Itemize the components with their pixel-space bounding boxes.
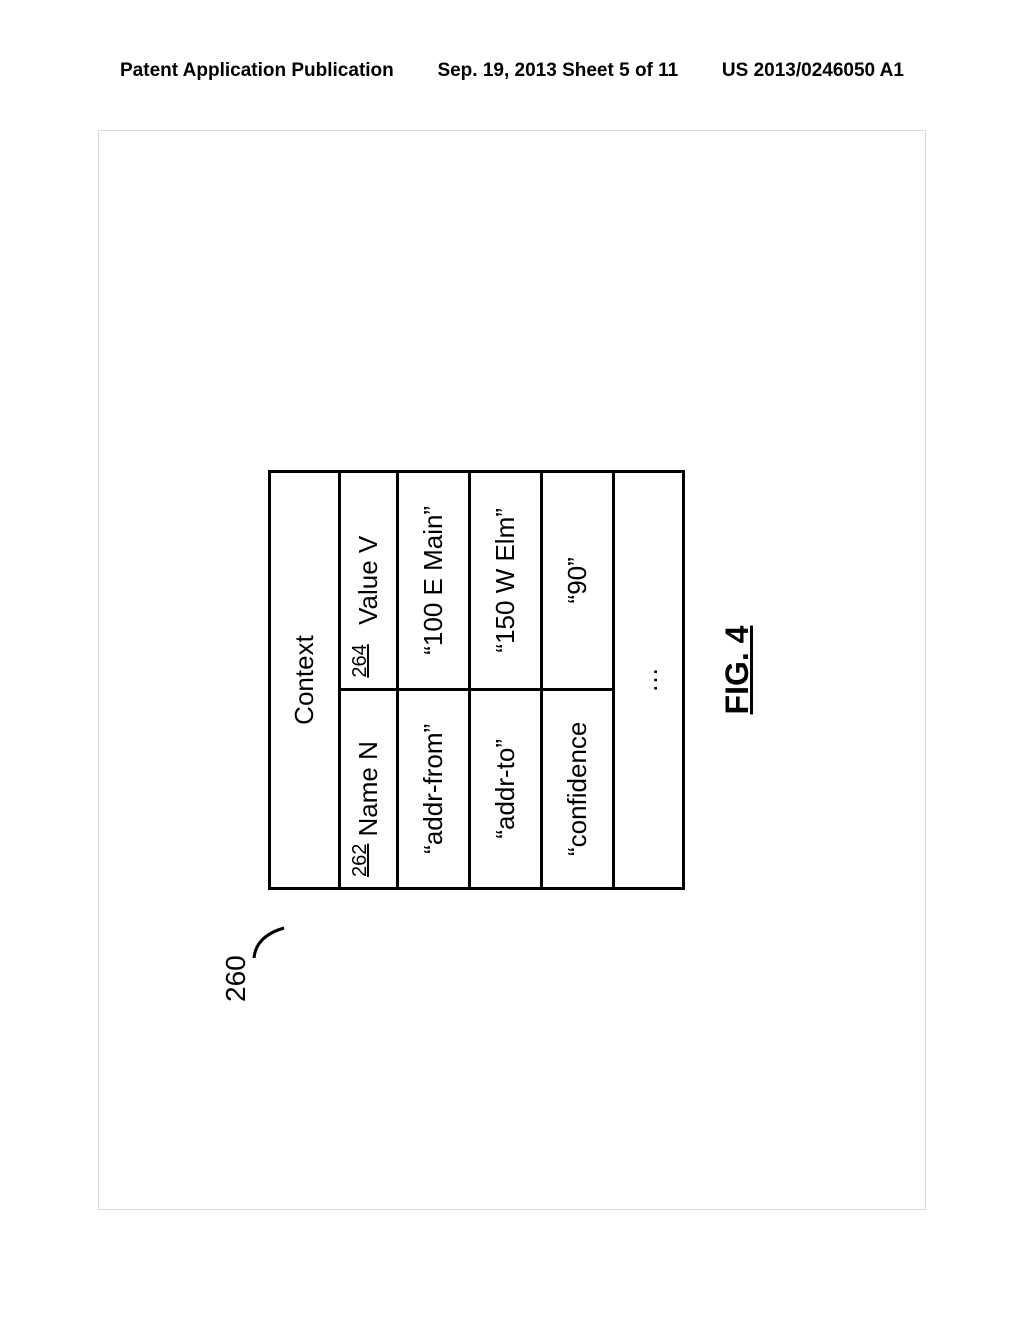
reference-numeral-264: 264 <box>349 644 372 677</box>
header-left: Patent Application Publication <box>120 60 394 82</box>
cell-name: “addr-to” <box>470 689 542 888</box>
figure-label: FIG. 4 <box>719 390 756 950</box>
cell-value: “100 E Main” <box>398 472 470 690</box>
context-diagram: 260 Context 262 Name N <box>268 390 756 950</box>
cell-value: “150 W Elm” <box>470 472 542 690</box>
diagram-rotated-wrap: 260 Context 262 Name N <box>268 390 756 950</box>
cell-value: “90” <box>542 472 614 690</box>
table-row: “confidence “90” <box>542 472 614 889</box>
reference-numeral-260: 260 <box>220 955 252 1002</box>
page: Patent Application Publication Sep. 19, … <box>0 0 1024 1320</box>
reference-numeral-262: 262 <box>349 844 372 877</box>
page-header: Patent Application Publication Sep. 19, … <box>0 60 1024 82</box>
content-frame: 260 Context 262 Name N <box>98 130 926 1210</box>
column-header-name: 262 Name N <box>340 689 398 888</box>
header-right: US 2013/0246050 A1 <box>722 60 904 82</box>
table-row: “addr-from” “100 E Main” <box>398 472 470 889</box>
table-title: Context <box>270 472 340 889</box>
table-row: “addr-to” “150 W Elm” <box>470 472 542 889</box>
lead-line <box>250 924 290 964</box>
column-label-value: Value V <box>353 536 384 625</box>
table-row-ellipsis: … <box>614 472 684 889</box>
cell-name: “confidence <box>542 689 614 888</box>
column-header-value: 264 Value V <box>340 472 398 690</box>
context-table: Context 262 Name N 264 Value V <box>268 470 685 890</box>
header-center: Sep. 19, 2013 Sheet 5 of 11 <box>437 60 678 82</box>
cell-name: “addr-from” <box>398 689 470 888</box>
ellipsis-cell: … <box>614 472 684 889</box>
column-label-name: Name N <box>353 741 384 836</box>
